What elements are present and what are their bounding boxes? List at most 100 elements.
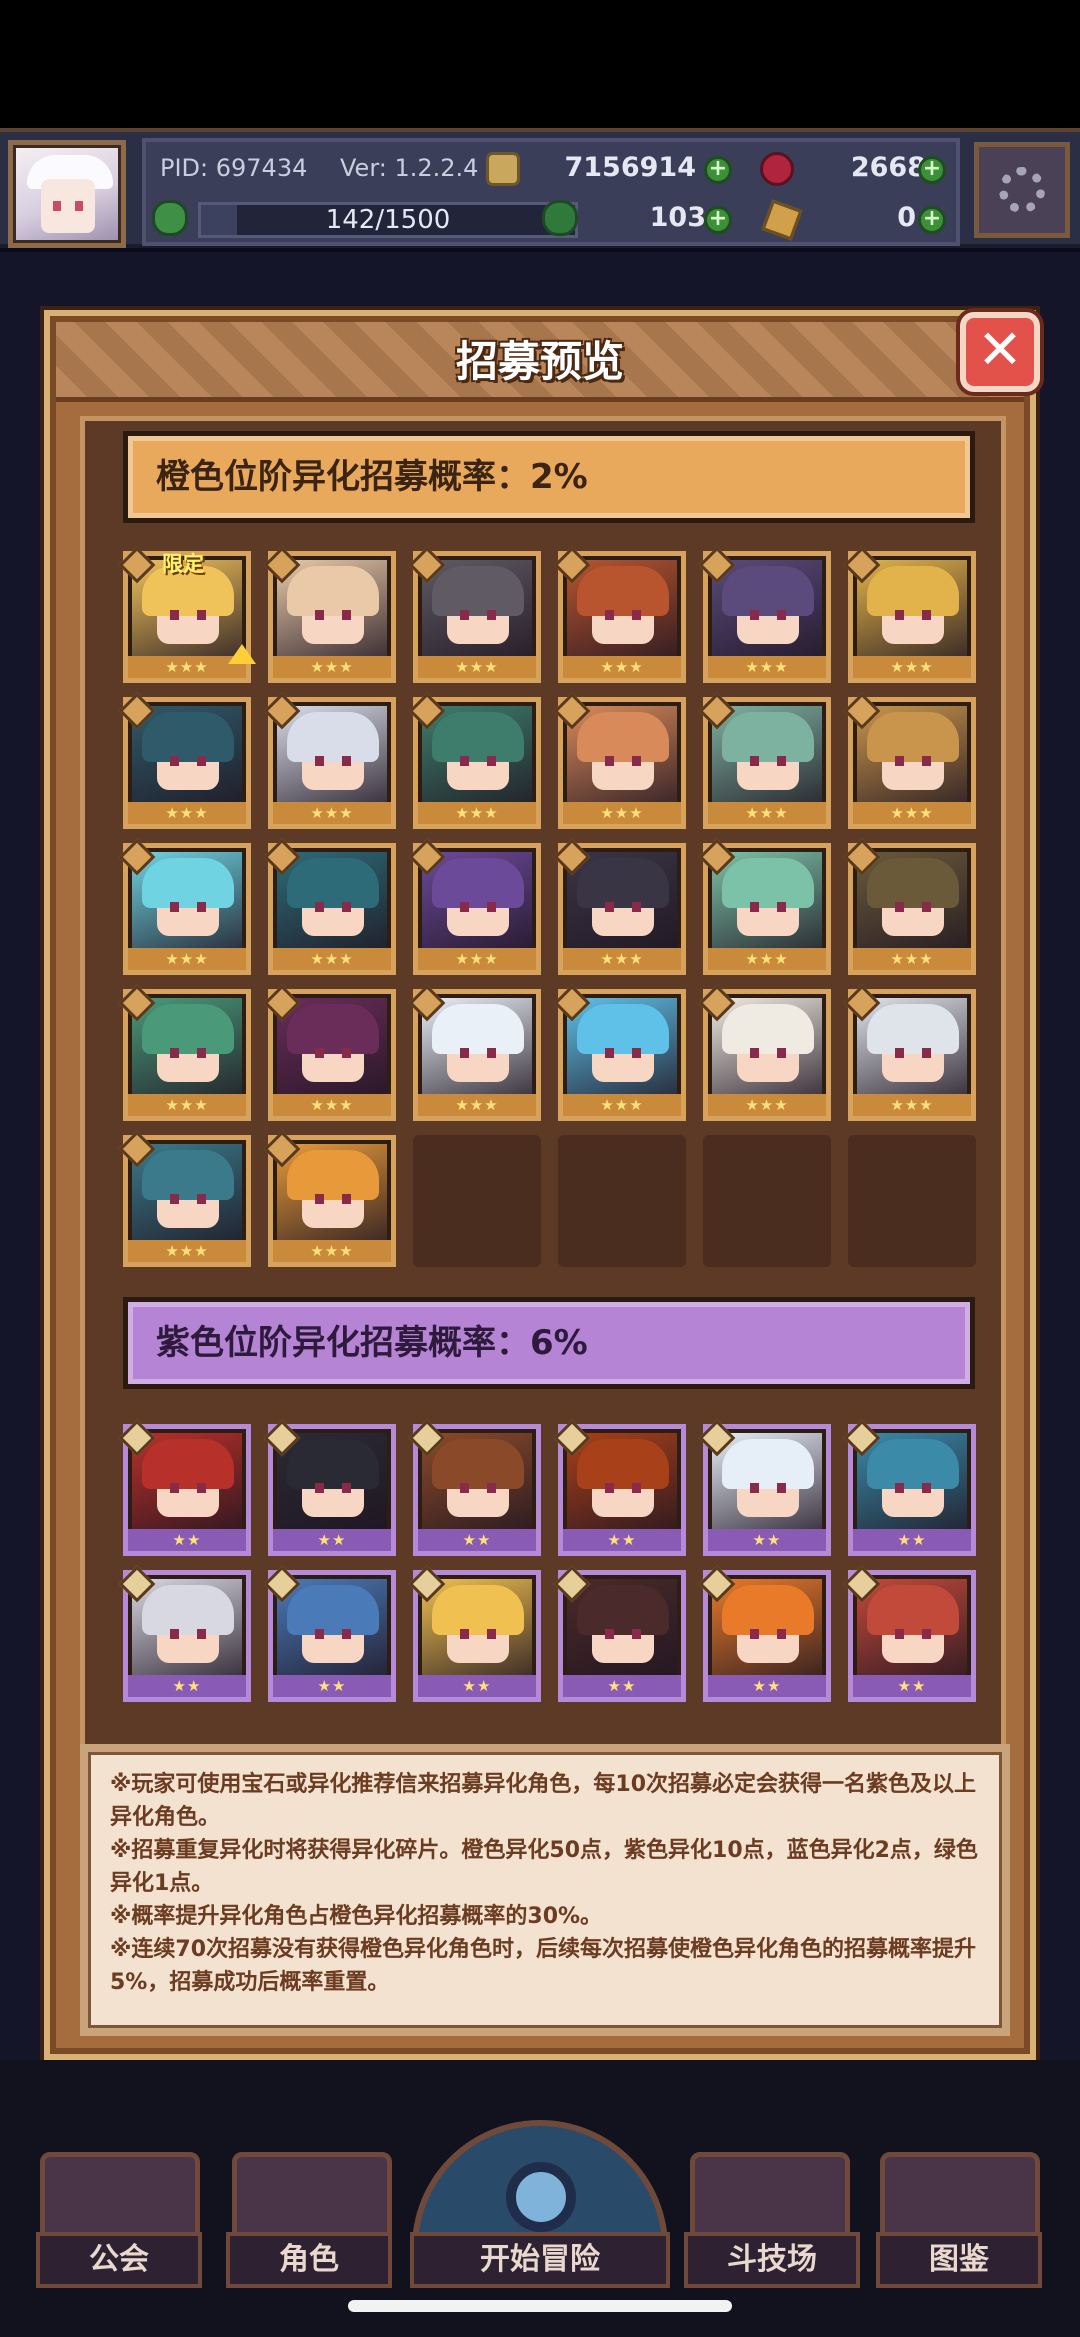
character-card[interactable]: ★★★ — [698, 984, 831, 1121]
character-card[interactable]: ★★★ — [408, 838, 541, 975]
character-card[interactable]: ★★ — [263, 1565, 396, 1702]
portrait-eyes — [605, 610, 641, 620]
character-card[interactable]: ★★★ 限定 — [118, 546, 256, 683]
character-card[interactable]: ★★★ — [553, 838, 686, 975]
character-card[interactable]: ★★★ — [843, 838, 976, 975]
character-card[interactable]: ★★★ — [553, 692, 686, 829]
character-card[interactable]: ★★★ — [553, 984, 686, 1121]
character-portrait — [857, 998, 967, 1094]
character-card[interactable]: ★★ — [263, 1419, 396, 1556]
game-version: Ver: 1.2.2.4 — [340, 154, 479, 182]
character-card[interactable]: ★★ — [553, 1419, 686, 1556]
character-portrait — [277, 1433, 387, 1529]
character-portrait — [567, 560, 677, 656]
character-portrait — [422, 1579, 532, 1675]
character-portrait — [277, 852, 387, 948]
nav-adventure[interactable]: 开始冒险 — [410, 2232, 670, 2288]
add-gem-plus-icon[interactable]: + — [918, 156, 946, 184]
character-portrait — [567, 852, 677, 948]
character-card[interactable]: ★★ — [408, 1565, 541, 1702]
character-card[interactable]: ★★★ — [698, 546, 831, 683]
rule-line: ※连续70次招募没有获得橙色异化角色时，后续每次招募使橙色异化角色的招募概率提升… — [110, 1937, 977, 1995]
portrait-hair — [722, 1585, 814, 1635]
add-clover-plus-icon[interactable]: + — [704, 206, 732, 234]
character-card[interactable]: ★★★ — [553, 546, 686, 683]
star-rating: ★★★ — [563, 1094, 681, 1116]
gem-amount: 2668 — [850, 152, 926, 183]
character-card[interactable]: ★★★ — [263, 692, 396, 829]
portrait-eyes — [315, 1194, 351, 1204]
portrait-eyes — [315, 902, 351, 912]
star-rating: ★★ — [563, 1529, 681, 1551]
character-card[interactable]: ★★ — [698, 1419, 831, 1556]
nav-guild[interactable]: 公会 — [36, 2232, 202, 2288]
character-card[interactable]: ★★★ — [263, 838, 396, 975]
character-card[interactable]: ★★★ — [408, 546, 541, 683]
portrait-eyes — [750, 902, 786, 912]
character-card[interactable]: ★★★ — [118, 838, 251, 975]
ruby-gem-icon — [760, 152, 794, 186]
character-portrait — [422, 852, 532, 948]
character-card[interactable]: ★★ — [843, 1419, 976, 1556]
close-icon: ✕ — [977, 318, 1023, 381]
player-avatar[interactable] — [8, 140, 126, 248]
character-card[interactable]: ★★★ — [698, 838, 831, 975]
portrait-hair — [432, 1585, 524, 1635]
character-card[interactable]: ★★★ — [118, 1130, 251, 1267]
add-gold-plus-icon[interactable]: + — [704, 156, 732, 184]
settings-button[interactable] — [974, 142, 1070, 238]
portrait-hair — [577, 1004, 669, 1054]
character-card[interactable]: ★★ — [698, 1565, 831, 1702]
character-card[interactable]: ★★★ — [408, 984, 541, 1121]
orange-tier-label: 橙色位阶异化招募概率：2% — [156, 457, 588, 497]
star-rating: ★★★ — [563, 948, 681, 970]
nav-characters[interactable]: 角色 — [226, 2232, 392, 2288]
character-card[interactable]: ★★ — [553, 1565, 686, 1702]
character-card[interactable]: ★★★ — [263, 1130, 396, 1267]
character-card[interactable]: ★★ — [118, 1419, 251, 1556]
gold-coin-icon — [486, 152, 520, 186]
portrait-eyes — [170, 1048, 206, 1058]
close-button[interactable]: ✕ — [960, 312, 1040, 392]
portrait-hair — [287, 1585, 379, 1635]
orange-tier-banner: 橙色位阶异化招募概率：2% — [123, 431, 975, 523]
character-card[interactable]: ★★★ — [263, 984, 396, 1121]
character-card[interactable]: ★★★ — [698, 692, 831, 829]
star-rating: ★★★ — [708, 1094, 826, 1116]
character-card[interactable]: ★★★ — [118, 692, 251, 829]
status-bar-area — [0, 0, 1080, 130]
character-portrait — [857, 1579, 967, 1675]
star-rating: ★★ — [273, 1675, 391, 1697]
star-rating: ★★★ — [128, 1094, 246, 1116]
portrait-eyes — [315, 1048, 351, 1058]
star-rating: ★★★ — [563, 802, 681, 824]
portrait-eyes — [895, 1629, 931, 1639]
portrait-eyes — [750, 1048, 786, 1058]
clover-icon — [542, 200, 578, 236]
character-card[interactable]: ★★★ — [843, 546, 976, 683]
character-card[interactable]: ★★ — [408, 1419, 541, 1556]
character-card[interactable]: ★★ — [118, 1565, 251, 1702]
purple-tier-label: 紫色位阶异化招募概率：6% — [156, 1323, 588, 1363]
character-card[interactable]: ★★★ — [843, 692, 976, 829]
character-card[interactable]: ★★★ — [408, 692, 541, 829]
star-rating: ★★★ — [273, 1240, 391, 1262]
portrait-hair — [287, 712, 379, 762]
character-card[interactable]: ★★★ — [118, 984, 251, 1121]
add-shard-plus-icon[interactable]: + — [918, 206, 946, 234]
character-card[interactable]: ★★★ — [263, 546, 396, 683]
star-rating: ★★★ — [563, 656, 681, 678]
character-portrait — [422, 1433, 532, 1529]
character-portrait — [422, 706, 532, 802]
character-card[interactable]: ★★★ — [843, 984, 976, 1121]
star-rating: ★★★ — [128, 1240, 246, 1262]
nav-codex[interactable]: 图鉴 — [876, 2232, 1042, 2288]
character-portrait — [567, 998, 677, 1094]
star-rating: ★★★ — [853, 802, 971, 824]
character-portrait — [132, 1579, 242, 1675]
home-indicator[interactable] — [348, 2300, 732, 2312]
character-card[interactable]: ★★ — [843, 1565, 976, 1702]
nav-arena[interactable]: 斗技场 — [684, 2232, 860, 2288]
portrait-eyes — [460, 1483, 496, 1493]
portrait-hair — [142, 712, 234, 762]
